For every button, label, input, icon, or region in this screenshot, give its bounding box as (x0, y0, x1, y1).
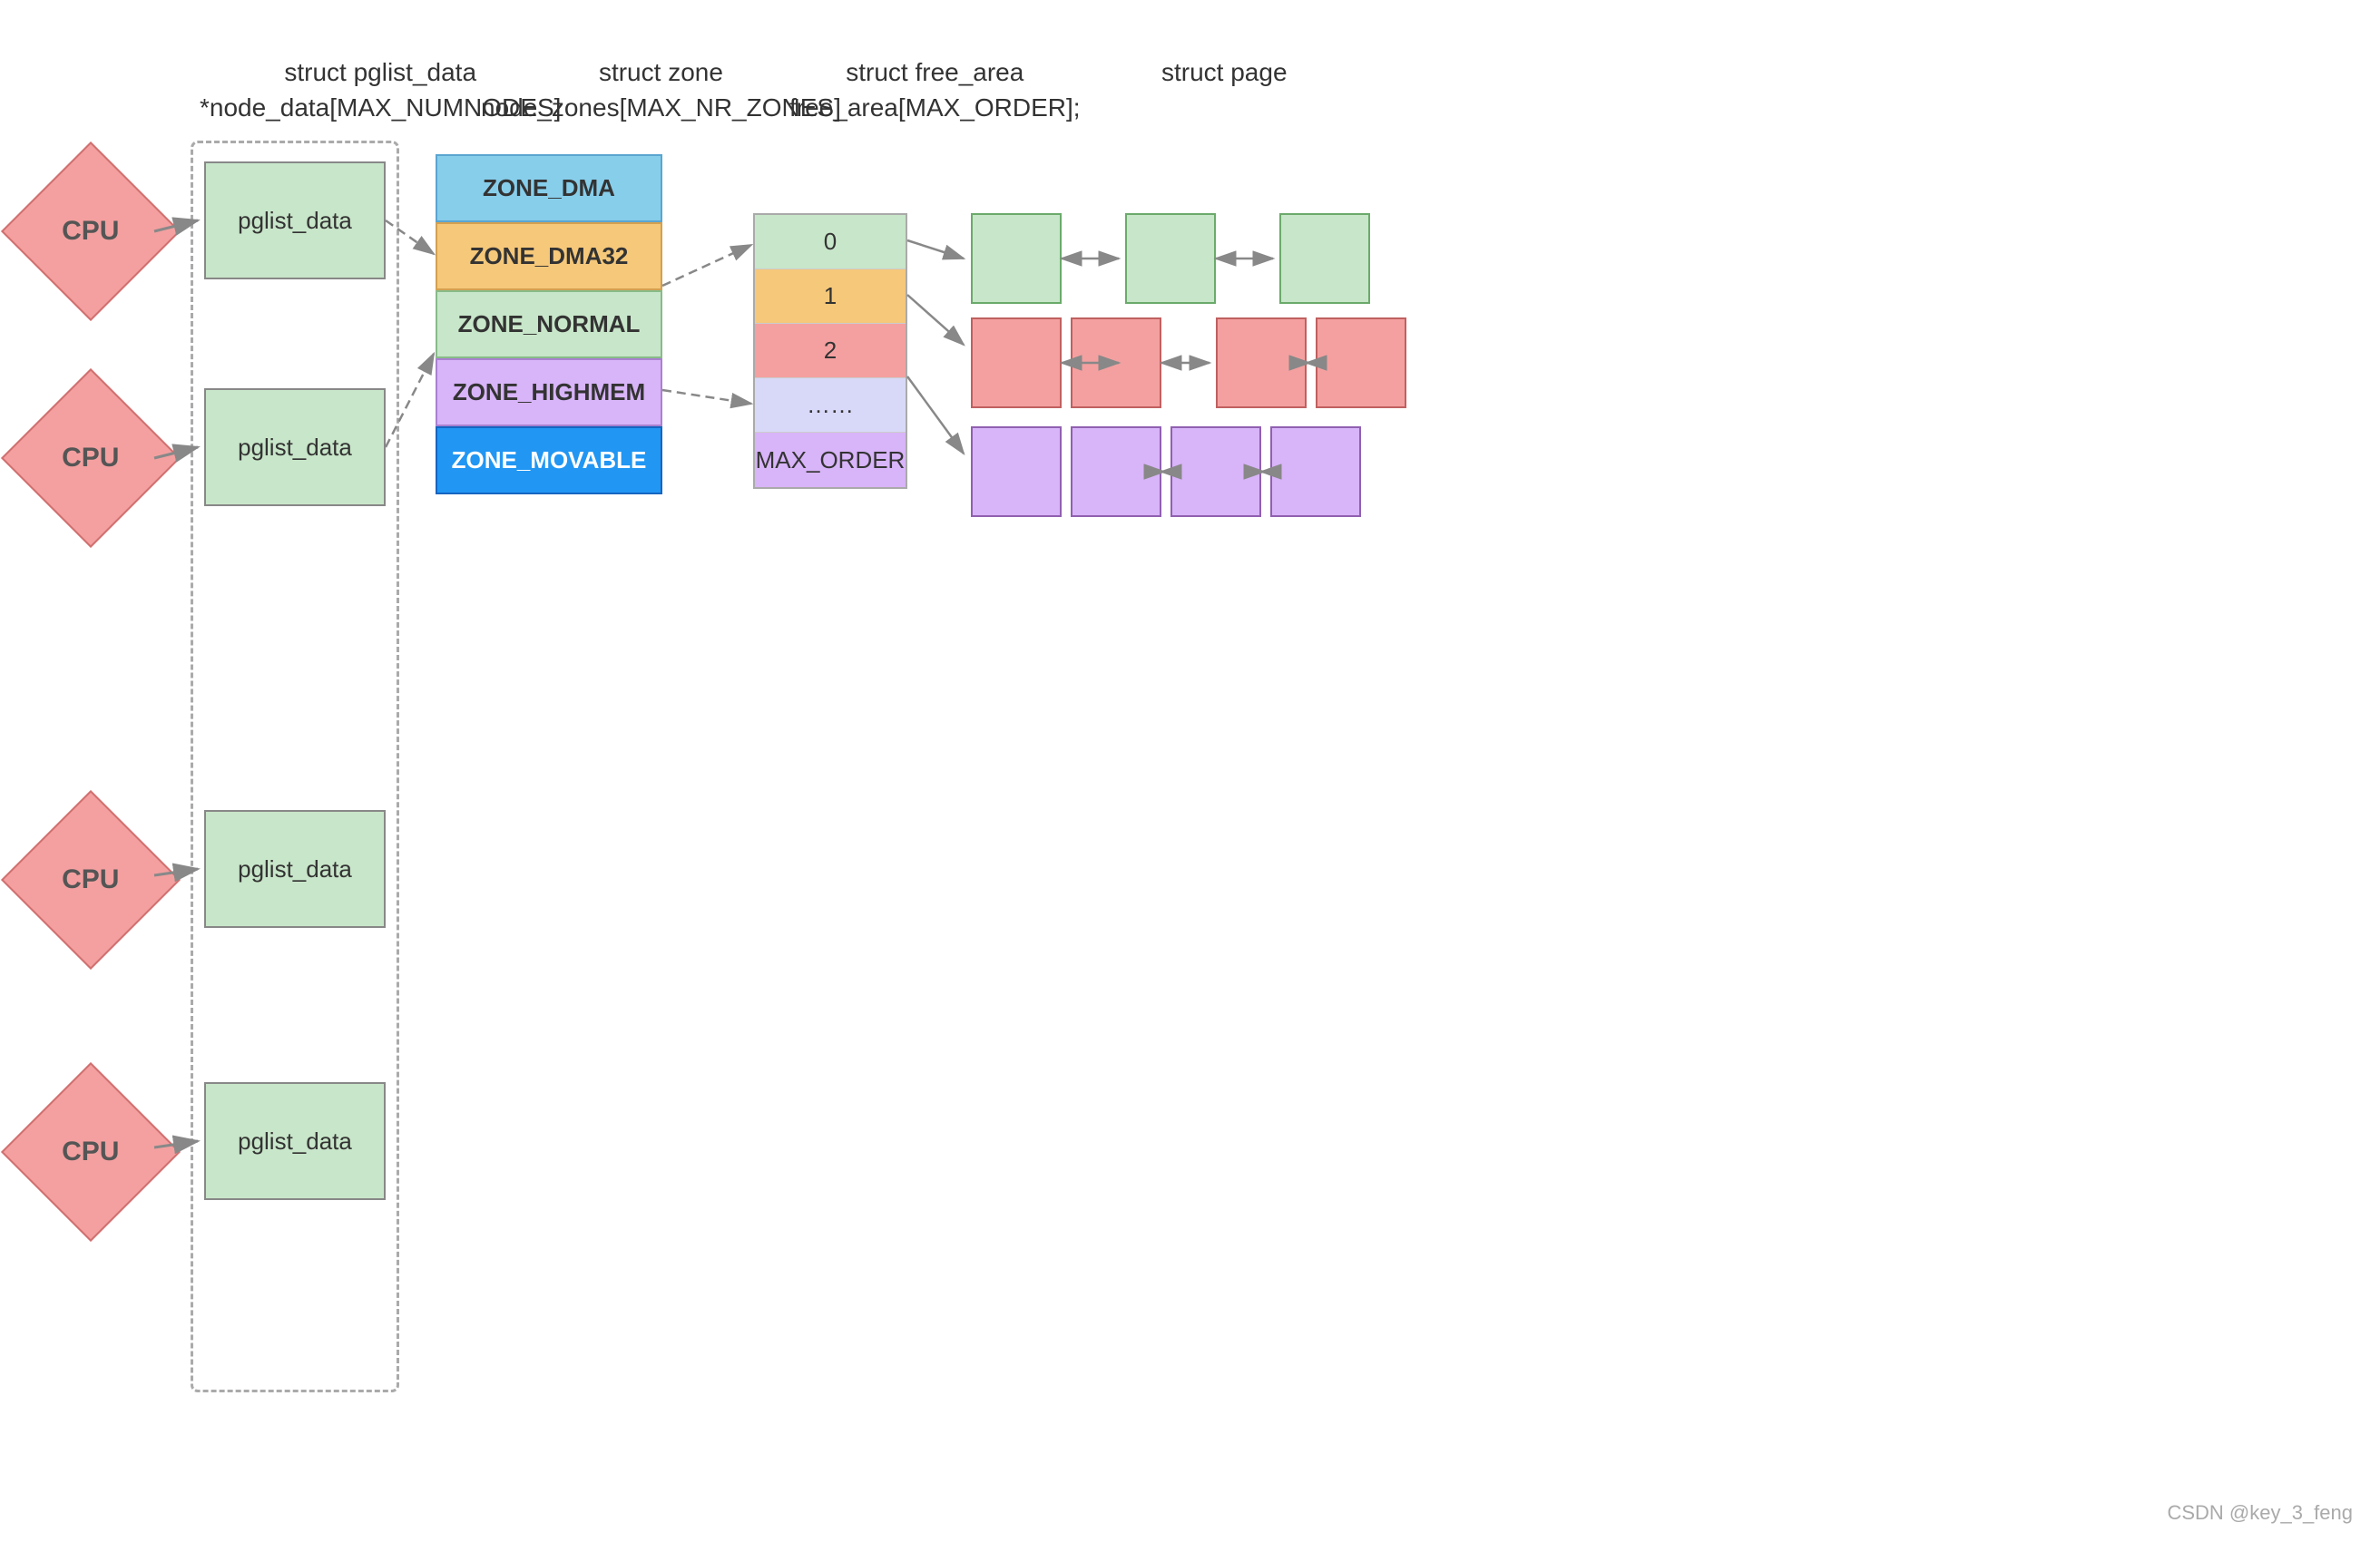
page-red-3 (1216, 317, 1307, 408)
page-green-2 (1125, 213, 1216, 304)
page-red-2 (1071, 317, 1161, 408)
page-green-3 (1279, 213, 1370, 304)
zone-dma32: ZONE_DMA32 (436, 222, 662, 290)
page-purple-1 (971, 426, 1062, 517)
pglist-box-4: pglist_data (204, 1082, 386, 1200)
pglist-group-border (191, 141, 399, 1392)
page-purple-4 (1270, 426, 1361, 517)
zone-highmem: ZONE_HIGHMEM (436, 358, 662, 426)
pglist-box-3: pglist_data (204, 810, 386, 928)
header-col2: struct zone node_zones[MAX_NR_ZONES] (481, 54, 841, 125)
header-col3: struct free_area free_area[MAX_ORDER]; (789, 54, 1081, 125)
free-area-container: 0 1 2 …… MAX_ORDER (753, 213, 907, 489)
free-area-row-2: 2 (755, 324, 906, 378)
zone-dma: ZONE_DMA (436, 154, 662, 222)
zone-container: ZONE_DMA ZONE_DMA32 ZONE_NORMAL ZONE_HIG… (436, 154, 662, 494)
pglist-box-1: pglist_data (204, 161, 386, 279)
free-area-row-0: 0 (755, 215, 906, 269)
zone-movable: ZONE_MOVABLE (436, 426, 662, 494)
diagram: struct pglist_data *node_data[MAX_NUMNOD… (0, 0, 2380, 1552)
header-col4: struct page (1161, 54, 1288, 90)
zone-normal: ZONE_NORMAL (436, 290, 662, 358)
page-purple-3 (1170, 426, 1261, 517)
page-red-4 (1316, 317, 1406, 408)
pglist-box-2: pglist_data (204, 388, 386, 506)
page-green-1 (971, 213, 1062, 304)
page-purple-2 (1071, 426, 1161, 517)
watermark: CSDN @key_3_feng (2167, 1501, 2353, 1525)
free-area-row-dots: …… (755, 378, 906, 433)
free-area-row-maxorder: MAX_ORDER (755, 433, 906, 487)
free-area-row-1: 1 (755, 269, 906, 324)
page-red-1 (971, 317, 1062, 408)
